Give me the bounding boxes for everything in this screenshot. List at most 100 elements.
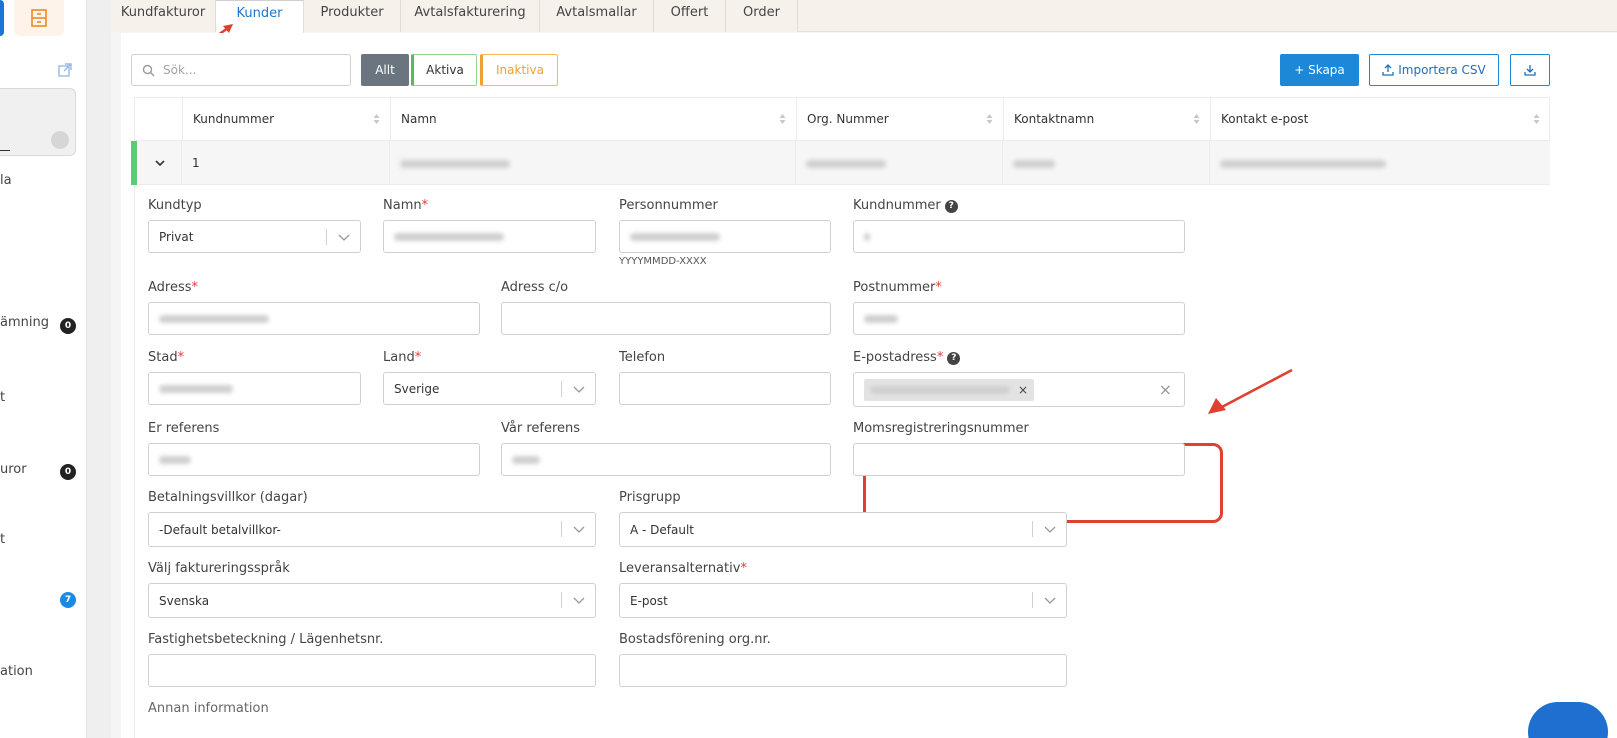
kundtyp-select[interactable]: Privat — [148, 220, 361, 253]
sort-icon[interactable] — [986, 113, 993, 125]
help-icon[interactable]: ? — [944, 200, 958, 213]
sort-icon[interactable] — [373, 113, 380, 125]
required-marker: * — [935, 280, 942, 295]
cell-kundnummer: 1 — [182, 141, 390, 185]
clear-icon[interactable]: × — [1159, 380, 1172, 399]
search-box[interactable] — [131, 54, 351, 86]
betalningsvillkor-select[interactable]: -Default betalvillkor- — [148, 512, 596, 547]
filter-all-button[interactable]: Allt — [361, 54, 409, 86]
tab-offert[interactable]: Offert — [654, 0, 726, 32]
download-button[interactable] — [1510, 54, 1550, 86]
sidebar-item-label[interactable]: t — [0, 532, 5, 547]
var-referens-field[interactable] — [501, 443, 831, 476]
prisgrupp-select[interactable]: A - Default — [619, 512, 1067, 547]
chevron-down-icon[interactable] — [338, 232, 350, 242]
epost-label: E-postadress*? — [853, 350, 961, 365]
column-header-label: Kontakt e-post — [1221, 112, 1309, 126]
table-row[interactable]: 1 — [131, 141, 1550, 185]
help-chat-button[interactable] — [1528, 702, 1608, 738]
kundnummer-label-text: Kundnummer — [853, 198, 941, 213]
redacted-text — [400, 159, 510, 168]
stad-field[interactable] — [148, 372, 361, 405]
fastighet-field[interactable] — [148, 654, 596, 687]
betalningsvillkor-value: -Default betalvillkor- — [159, 522, 281, 537]
column-header-kontaktnamn[interactable]: Kontaktnamn — [1004, 98, 1211, 141]
select-separator — [326, 229, 327, 245]
leverans-select[interactable]: E-post — [619, 583, 1067, 618]
kundnummer-field[interactable] — [853, 220, 1185, 253]
search-icon — [142, 64, 155, 76]
archive-button[interactable] — [14, 0, 64, 36]
sidebar-item-label[interactable]: ation — [0, 664, 33, 679]
adress-co-field[interactable] — [501, 302, 831, 335]
expand-cell[interactable] — [134, 141, 182, 185]
namn-label: Namn* — [383, 198, 428, 213]
remove-tag-icon[interactable]: × — [1018, 383, 1028, 397]
tab-avtalsfakturering[interactable]: Avtalsfakturering — [401, 0, 540, 32]
profile-image-card[interactable] — [0, 88, 76, 156]
er-referens-label: Er referens — [148, 421, 220, 436]
redacted-text — [159, 314, 269, 323]
filter-inactive-button[interactable]: Inaktiva — [480, 54, 558, 86]
leverans-label-text: Leveransalternativ — [619, 561, 741, 576]
sidebar-item-label[interactable]: ämning — [0, 315, 49, 330]
leverans-label: Leveransalternativ* — [619, 561, 747, 576]
betalningsvillkor-label: Betalningsvillkor (dagar) — [148, 490, 308, 505]
sidebar-item-label[interactable]: la — [0, 173, 12, 188]
stad-label: Stad* — [148, 350, 184, 365]
create-customer-button[interactable]: + Skapa — [1280, 54, 1359, 86]
sprak-select[interactable]: Svenska — [148, 583, 596, 618]
column-header-kundnummer[interactable]: Kundnummer — [183, 98, 391, 141]
email-tag: × — [864, 378, 1035, 401]
annan-information-heading: Annan information — [148, 701, 269, 716]
help-icon[interactable]: ? — [947, 352, 961, 365]
bostad-field[interactable] — [619, 654, 1067, 687]
sort-icon[interactable] — [779, 113, 786, 125]
sidebar-item-label[interactable]: t — [0, 390, 5, 405]
chevron-down-icon[interactable] — [1044, 524, 1056, 534]
import-csv-button[interactable]: Importera CSV — [1369, 54, 1499, 86]
adress-field[interactable] — [148, 302, 480, 335]
customers-content: Allt Aktiva Inaktiva + Skapa Importera C… — [121, 33, 1617, 738]
tab-order[interactable]: Order — [726, 0, 798, 32]
expand-column-header — [135, 98, 183, 141]
var-referens-label: Vår referens — [501, 421, 581, 436]
personnummer-field[interactable] — [619, 220, 831, 253]
chevron-down-icon[interactable] — [573, 384, 585, 394]
chevron-down-icon[interactable] — [1044, 595, 1056, 605]
postnummer-label-text: Postnummer — [853, 280, 936, 295]
column-header-kontakt-epost[interactable]: Kontakt e-post — [1211, 98, 1550, 141]
column-header-org-nummer[interactable]: Org. Nummer — [797, 98, 1004, 141]
filter-active-button[interactable]: Aktiva — [411, 54, 477, 86]
external-link-icon[interactable] — [58, 63, 72, 77]
namn-field[interactable] — [383, 220, 596, 253]
adress-label: Adress* — [148, 280, 198, 295]
chevron-down-icon[interactable] — [154, 157, 166, 169]
search-input[interactable] — [163, 63, 333, 77]
sidebar: la ämning 0 t uror 0 t 7 ation — [0, 0, 87, 738]
moms-label: Momsregistreringsnummer — [853, 421, 1029, 436]
tab-produkter[interactable]: Produkter — [304, 0, 401, 32]
sidebar-item-label[interactable]: uror — [0, 462, 27, 477]
chevron-down-icon[interactable] — [573, 524, 585, 534]
main-panel: Kundfakturor Kunder Produkter Avtalsfakt… — [111, 0, 1617, 738]
column-header-namn[interactable]: Namn — [391, 98, 797, 141]
required-marker: * — [421, 198, 429, 213]
tab-kundfakturor[interactable]: Kundfakturor — [111, 0, 216, 32]
telefon-field[interactable] — [619, 372, 831, 405]
camera-icon[interactable] — [51, 131, 69, 149]
personnummer-label: Personnummer — [619, 198, 718, 213]
select-separator — [561, 381, 562, 397]
er-referens-field[interactable] — [148, 443, 480, 476]
sort-icon[interactable] — [1193, 113, 1200, 125]
tab-bar: Kundfakturor Kunder Produkter Avtalsfakt… — [111, 0, 1617, 33]
momsregistreringsnummer-field[interactable] — [853, 443, 1185, 476]
telefon-label: Telefon — [619, 350, 666, 365]
sort-icon[interactable] — [1533, 113, 1540, 125]
fastighet-label: Fastighetsbeteckning / Lägenhetsnr. — [148, 632, 384, 647]
postnummer-field[interactable] — [853, 302, 1185, 335]
tab-avtalsmallar[interactable]: Avtalsmallar — [540, 0, 654, 32]
epost-tags-field[interactable]: × × — [853, 372, 1185, 407]
land-select[interactable]: Sverige — [383, 372, 596, 405]
chevron-down-icon[interactable] — [573, 595, 585, 605]
